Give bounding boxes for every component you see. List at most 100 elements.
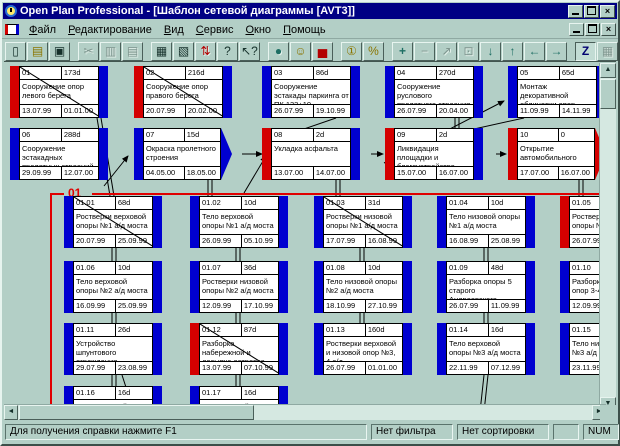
move-left-button[interactable]: ← — [524, 42, 545, 61]
task-box-09[interactable]: 092dЛиквидация площадки и благоустройств… — [385, 128, 483, 180]
close-icon: × — [606, 25, 611, 34]
child-restore-button[interactable] — [585, 23, 600, 36]
child-minimize-button[interactable] — [569, 23, 584, 36]
task-table: 01.0810dТело низовой опоры №2 а/д моста1… — [323, 261, 403, 313]
add-activity-button[interactable]: + — [392, 42, 413, 61]
group-outline — [92, 193, 606, 195]
context-help-button[interactable]: ↖? — [239, 42, 260, 61]
task-name: Сооружение эстакадных пролетных строений… — [20, 142, 98, 166]
task-box-04[interactable]: 04270dСооружение руслового пролетного ст… — [385, 66, 483, 118]
task-box-01.11[interactable]: 01.1126dУстройство шпунтового ограждения… — [64, 323, 162, 375]
menu-item-окно[interactable]: Окно — [239, 22, 277, 38]
task-name: Ростверки верховой опоры №1 а/д моста — [74, 210, 152, 234]
close-button[interactable]: × — [600, 5, 615, 18]
menu-item-редактирование[interactable]: Редактирование — [62, 22, 158, 38]
restore-button[interactable] — [584, 5, 599, 18]
task-box-01.13[interactable]: 01.13160dРостверки верховой и низовой оп… — [314, 323, 412, 375]
resource-view-button[interactable]: ☺ — [290, 42, 311, 61]
task-duration: 216d — [186, 67, 222, 79]
vertical-scrollbar[interactable]: ▲ ▼ — [599, 63, 616, 412]
remove-activity-button[interactable]: − — [414, 42, 435, 61]
new-file-icon: ▯ — [12, 45, 19, 57]
menu-item-вид[interactable]: Вид — [158, 22, 190, 38]
task-box-01.01[interactable]: 01.0168dРостверки верховой опоры №1 а/д … — [64, 196, 162, 248]
task-duration: 10d — [242, 197, 278, 209]
task-box-01.03[interactable]: 01.0331dРостверки низовой опоры №1 а/д м… — [314, 196, 412, 248]
task-box-07[interactable]: 0715dОкраска пролетного строения04.05.00… — [134, 128, 232, 180]
bracket-right — [403, 261, 412, 313]
histogram-view-button[interactable]: ▅ — [312, 42, 333, 61]
document-icon[interactable] — [5, 24, 19, 35]
menu-item-файл[interactable]: Файл — [23, 22, 62, 38]
task-start-date: 17.07.00 — [518, 167, 559, 179]
task-box-02[interactable]: 02216dСооружение опор правого берега20.0… — [134, 66, 232, 118]
add-link-button[interactable]: ↗ — [436, 42, 457, 61]
zoom-button[interactable]: Z — [575, 42, 596, 61]
move-down-button[interactable]: ↓ — [480, 42, 501, 61]
scroll-up-icon[interactable]: ▲ — [600, 63, 616, 78]
cost-button[interactable]: ① — [341, 42, 362, 61]
scroll-left-icon[interactable]: ◄ — [4, 405, 18, 420]
copy-button[interactable]: ▥ — [100, 42, 121, 61]
task-box-10[interactable]: 100Открытие автомобильного17.07.0016.07.… — [508, 128, 606, 180]
task-box-01.07[interactable]: 01.0736dРостверки низовой опоры №2 а/д м… — [190, 261, 288, 313]
print-button[interactable]: ▦ — [151, 42, 172, 61]
status-help-text: Для получения справки нажмите F1 — [5, 424, 367, 440]
cut-button[interactable]: ✂ — [78, 42, 99, 61]
task-box-05[interactable]: 0565dМонтаж декоративной облицовки опор1… — [508, 66, 606, 118]
bracket-right — [526, 323, 535, 375]
help-button[interactable]: ? — [217, 42, 238, 61]
minimize-button[interactable] — [568, 5, 583, 18]
menu-item-помощь[interactable]: Помощь — [277, 22, 332, 38]
horizontal-scrollbar[interactable]: ◄ ► — [4, 404, 606, 420]
task-box-01.08[interactable]: 01.0810dТело низовой опоры №2 а/д моста1… — [314, 261, 412, 313]
task-name: Устройство шпунтового ограждения котлова… — [74, 337, 152, 361]
task-duration: 173d — [62, 67, 98, 79]
print-preview-button[interactable]: ▧ — [173, 42, 194, 61]
calendar-button[interactable]: ▦ — [597, 42, 618, 61]
task-box-01.09[interactable]: 01.0948dРазборка опоры 5 старого Андреев… — [437, 261, 535, 313]
task-box-01.02[interactable]: 01.0210dТело верховой опоры №1 а/д моста… — [190, 196, 288, 248]
horizontal-scroll-thumb[interactable] — [19, 405, 254, 420]
network-view-button[interactable]: ● — [268, 42, 289, 61]
window-title: Open Plan Professional - [Шаблон сетевой… — [20, 5, 564, 17]
save-button[interactable]: ▣ — [49, 42, 70, 61]
group-outline — [50, 193, 64, 195]
exchange-button[interactable]: ⇅ — [195, 42, 216, 61]
percent-complete-button[interactable]: % — [363, 42, 384, 61]
paste-button[interactable]: ▤ — [122, 42, 143, 61]
task-box-06[interactable]: 06288dСооружение эстакадных пролетных ст… — [10, 128, 108, 180]
task-box-01[interactable]: 01173dСооружение опор левого берега13.07… — [10, 66, 108, 118]
task-box-01.12[interactable]: 01.1287dРазборка набережной и досыпка ос… — [190, 323, 288, 375]
vertical-scroll-thumb[interactable] — [600, 79, 616, 109]
task-table: 0715dОкраска пролетного строения04.05.00… — [143, 128, 221, 180]
task-table: 01.0410dТело низовой опоры №1 а/д моста1… — [446, 196, 526, 248]
task-table: 100Открытие автомобильного17.07.0016.07.… — [517, 128, 595, 180]
task-table: 02216dСооружение опор правого берега20.0… — [143, 66, 223, 118]
task-duration: 2d — [314, 129, 350, 141]
task-box-01.14[interactable]: 01.1416dТело верховой опоры №3 а/д моста… — [437, 323, 535, 375]
task-box-03[interactable]: 0386dСооружение эстакады паркинга от ПК … — [262, 66, 360, 118]
task-box-08[interactable]: 082dУкладка асфальта13.07.0014.07.00 — [262, 128, 360, 180]
new-file-button[interactable]: ▯ — [5, 42, 26, 61]
network-diagram-canvas[interactable]: 01 01173dСооружение опор левого берега13… — [4, 63, 606, 412]
open-file-button[interactable]: ▤ — [27, 42, 48, 61]
task-id: 07 — [144, 129, 185, 141]
task-name: Разборка набережной и досыпка островка — [200, 337, 278, 361]
task-box-01.06[interactable]: 01.0610dТело верховой опоры №2 а/д моста… — [64, 261, 162, 313]
task-table: 06288dСооружение эстакадных пролетных ст… — [19, 128, 99, 180]
bracket-left — [385, 66, 394, 118]
bracket-left — [190, 196, 199, 248]
bracket-right — [351, 66, 360, 118]
menu-item-сервис[interactable]: Сервис — [190, 22, 240, 38]
task-duration: 2d — [437, 129, 473, 141]
scrollbar-corner — [600, 405, 616, 420]
task-duration: 86d — [314, 67, 350, 79]
add-subnet-button[interactable]: ⊡ — [458, 42, 479, 61]
child-close-button[interactable]: × — [601, 23, 616, 36]
move-up-button[interactable]: ↑ — [502, 42, 523, 61]
task-box-01.04[interactable]: 01.0410dТело низовой опоры №1 а/д моста1… — [437, 196, 535, 248]
move-right-button[interactable]: → — [546, 42, 567, 61]
add-activity-icon: + — [399, 45, 406, 57]
task-start-date: 11.09.99 — [518, 105, 560, 117]
